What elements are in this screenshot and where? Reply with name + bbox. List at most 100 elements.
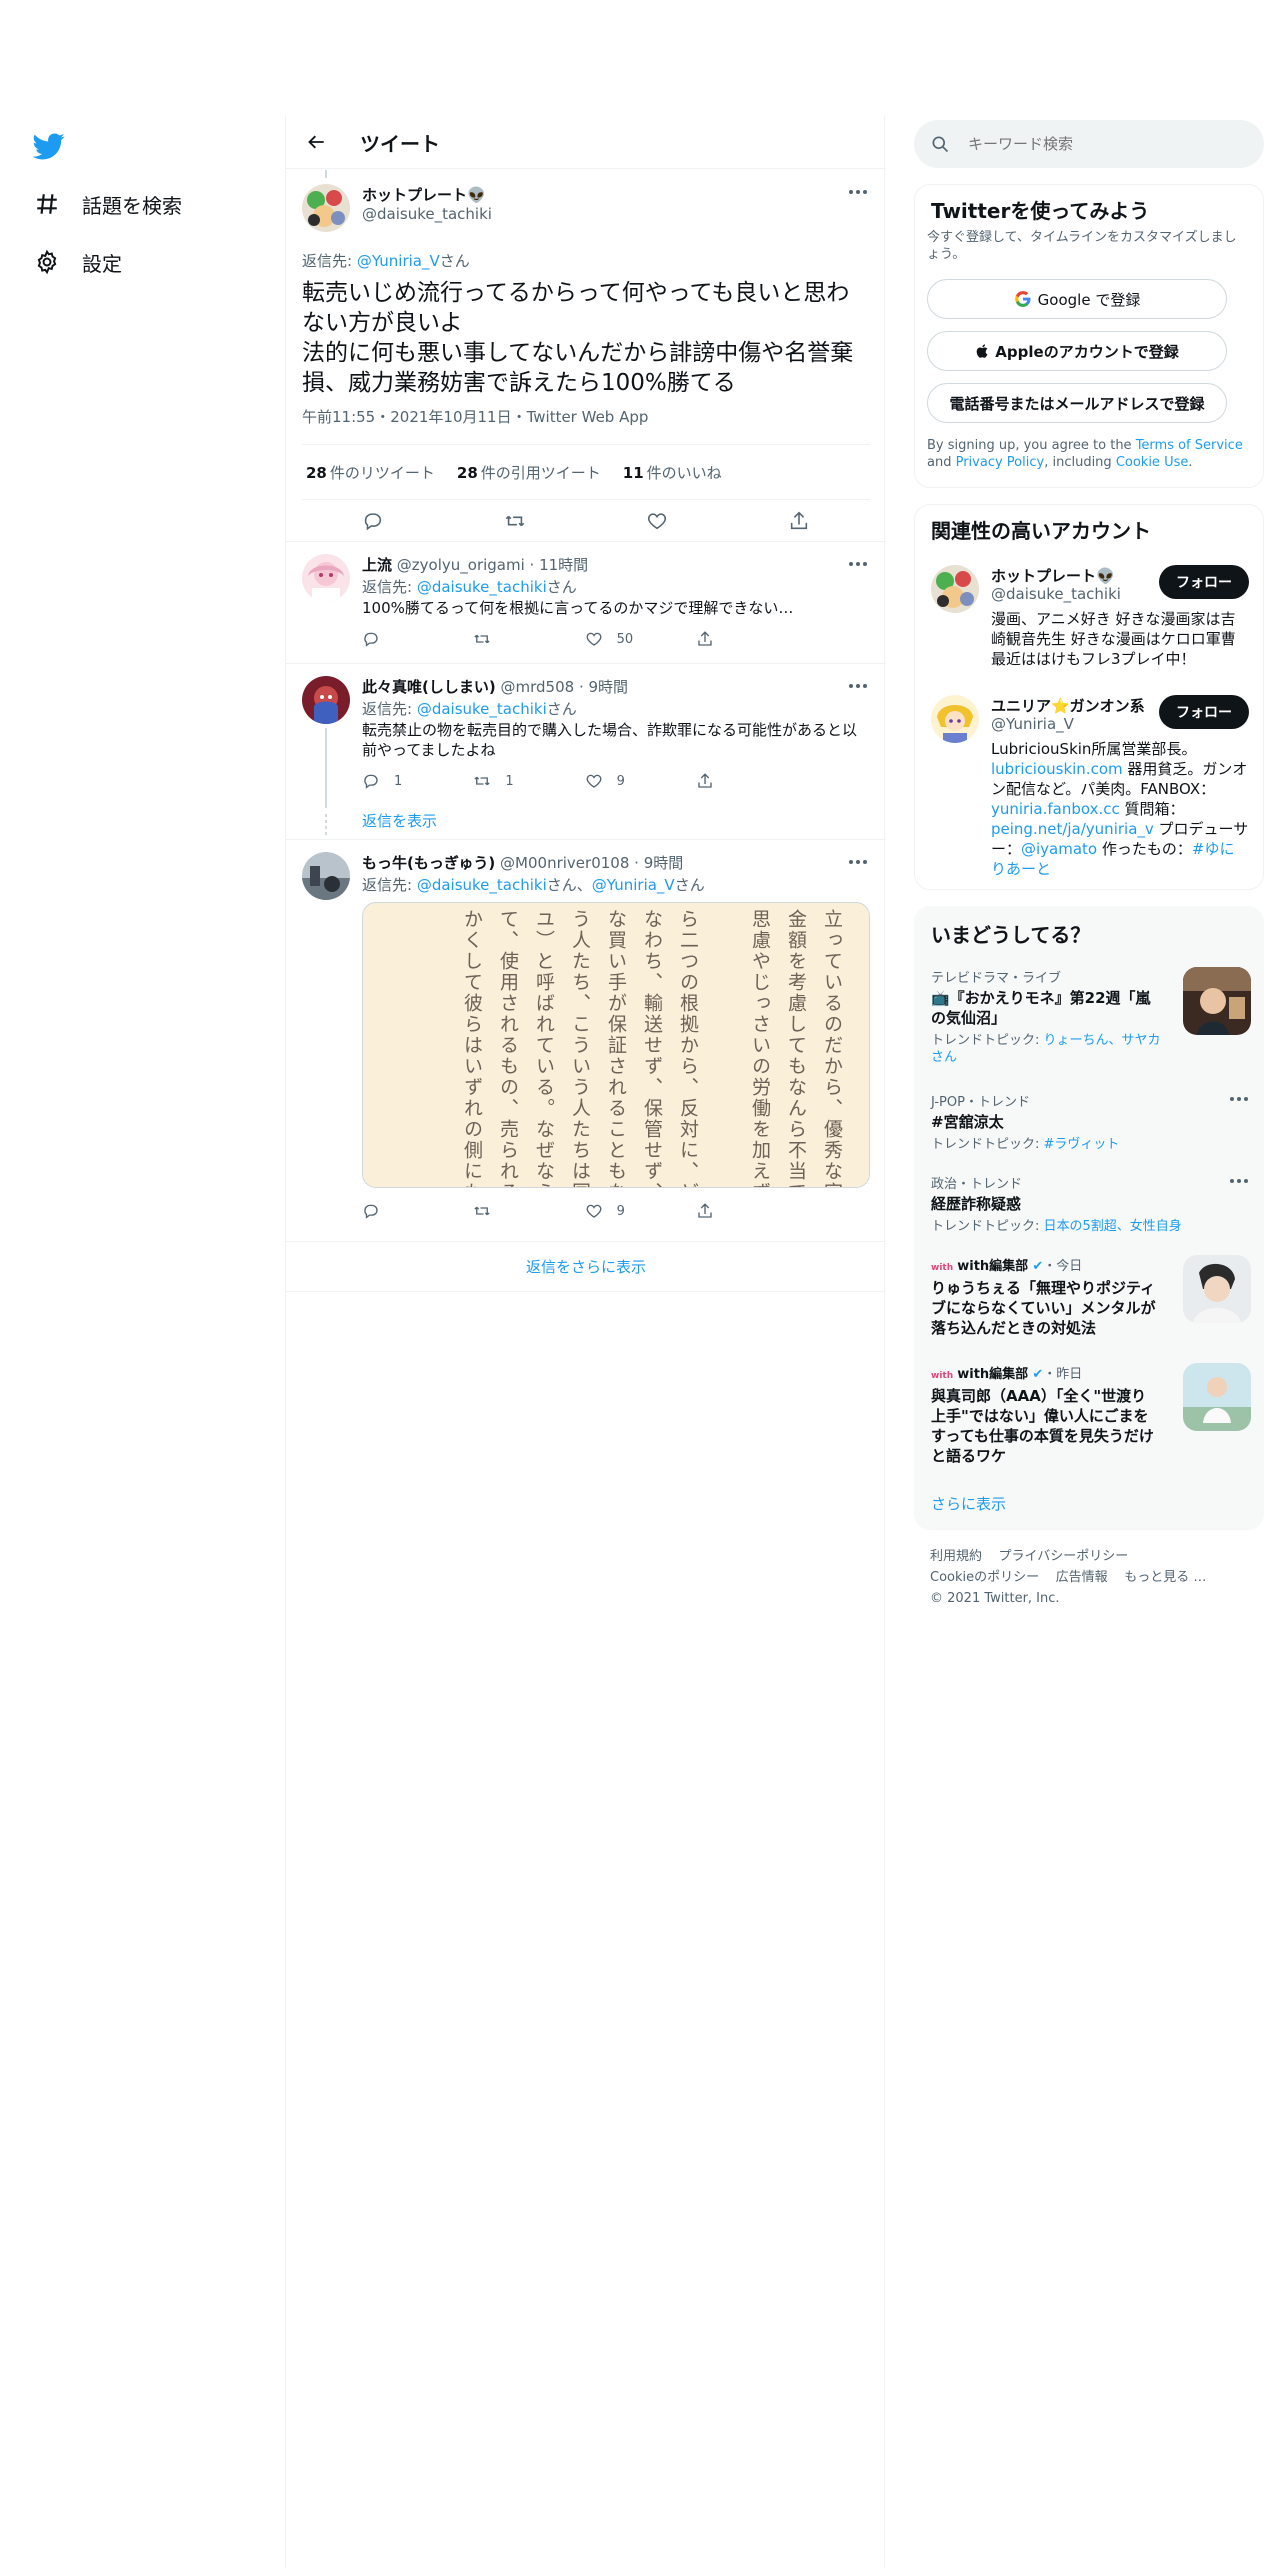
avatar[interactable]: [302, 676, 350, 724]
like-icon[interactable]: 9: [585, 772, 681, 790]
privacy-link[interactable]: Privacy Policy: [956, 455, 1045, 470]
quotes-stat[interactable]: 28 件の引用ツイート: [457, 462, 601, 483]
bio-link[interactable]: peing.net/ja/yuniria_v: [991, 820, 1154, 838]
reply-time[interactable]: 9時間: [588, 678, 628, 696]
trend-sub-prefix: トレンドトピック:: [931, 1137, 1044, 1152]
back-arrow-icon[interactable]: [302, 127, 332, 157]
trend-item[interactable]: 政治・トレンド 経歴詐称疑惑 トレンドトピック: 日本の5割超、女性自身: [931, 1173, 1251, 1243]
terms-link[interactable]: Terms of Service: [1136, 438, 1243, 453]
share-icon[interactable]: [696, 1202, 792, 1220]
reply-to-link[interactable]: @daisuke_tachiki: [417, 578, 547, 596]
reply-icon[interactable]: [362, 630, 458, 648]
trend-sub-link[interactable]: 日本の5割超、女性自身: [1044, 1219, 1182, 1234]
avatar[interactable]: [931, 695, 979, 743]
footer-link-privacy[interactable]: プライバシーポリシー: [999, 1549, 1129, 1564]
reply-to-link-2[interactable]: @Yuniria_V: [592, 876, 675, 894]
like-icon[interactable]: 9: [585, 1202, 681, 1220]
cookie-link[interactable]: Cookie Use: [1116, 455, 1189, 470]
more-options-icon[interactable]: [846, 556, 870, 572]
author-handle[interactable]: @daisuke_tachiki: [362, 205, 492, 223]
reply-to-link[interactable]: @daisuke_tachiki: [417, 700, 547, 718]
share-icon[interactable]: [696, 772, 792, 790]
like-icon[interactable]: [646, 510, 668, 532]
retweet-icon[interactable]: [473, 1202, 569, 1220]
search-input[interactable]: [968, 135, 1228, 153]
reply-to-link[interactable]: @daisuke_tachiki: [417, 876, 547, 894]
share-icon[interactable]: [696, 630, 792, 648]
trend-item[interactable]: J-POP・トレンド #宮舘涼太 トレンドトピック: #ラヴィット: [931, 1091, 1251, 1161]
retweets-stat[interactable]: 28 件のリツイート: [306, 462, 435, 483]
retweet-icon[interactable]: [473, 630, 569, 648]
footer-link-cookie[interactable]: Cookieのポリシー: [930, 1570, 1039, 1585]
trend-sub-link[interactable]: #ラヴィット: [1044, 1137, 1120, 1152]
account-name[interactable]: ホットプレート👽: [991, 565, 1115, 586]
like-icon[interactable]: 50: [585, 630, 681, 648]
reply-count: 1: [394, 773, 403, 789]
reply-context: 返信先: @daisuke_tachikiさん、@Yuniria_Vさん: [362, 874, 705, 895]
phone-email-signup-button[interactable]: 電話番号またはメールアドレスで登録: [927, 383, 1227, 423]
trend-news-item[interactable]: with with編集部 ✔・昨日 與真司郎（AAA）「全く"世渡り上手"ではな…: [931, 1363, 1251, 1483]
reply-prefix: 返信先:: [302, 252, 357, 270]
tweet-timestamp[interactable]: 午前11:55・2021年10月11日・Twitter Web App: [302, 406, 648, 427]
show-replies-link[interactable]: 返信を表示: [362, 810, 437, 831]
retweet-icon[interactable]: [504, 510, 526, 532]
show-more-replies-link[interactable]: 返信をさらに表示: [286, 1242, 886, 1292]
account-handle[interactable]: @daisuke_tachiki: [991, 585, 1121, 603]
author-name[interactable]: ホットプレート👽: [362, 184, 486, 205]
show-more-trends-link[interactable]: さらに表示: [931, 1493, 1006, 1514]
follow-button[interactable]: フォロー: [1159, 695, 1249, 729]
reply-to-link[interactable]: @Yuniria_V: [357, 252, 440, 270]
book-page-column: [709, 909, 737, 1187]
account-item[interactable]: ホットプレート👽 @daisuke_tachiki フォロー 漫画、アニメ好き …: [915, 559, 1265, 679]
likes-stat[interactable]: 11 件のいいね: [623, 462, 722, 483]
trend-item[interactable]: テレビドラマ・ライブ 📺『おかえりモネ』第22週「嵐の気仙沼」 トレンドトピック…: [931, 967, 1251, 1085]
reply-author-name[interactable]: 上流: [362, 556, 392, 574]
retweet-icon[interactable]: 1: [473, 772, 569, 790]
follow-button[interactable]: フォロー: [1159, 565, 1249, 599]
avatar[interactable]: [302, 852, 350, 900]
reply-author-handle[interactable]: @zyolyu_origami: [397, 556, 525, 574]
footer-link-ads[interactable]: 広告情報: [1056, 1570, 1108, 1585]
reply-author-handle[interactable]: @mrd508: [501, 678, 575, 696]
footer-link-terms[interactable]: 利用規約: [930, 1549, 982, 1564]
reply-author-name[interactable]: もっ牛(もっぎゅう): [362, 854, 495, 872]
reply-time[interactable]: 11時間: [539, 556, 588, 574]
bio-link[interactable]: lubriciouskin.com: [991, 760, 1123, 778]
bio-link[interactable]: yuniria.fanbox.cc: [991, 800, 1120, 818]
reply-icon[interactable]: [362, 510, 384, 532]
main-tweet: ホットプレート👽 @daisuke_tachiki 返信先: @Yuniria_…: [286, 170, 886, 542]
apple-signup-button[interactable]: Appleのアカウントで登録: [927, 331, 1227, 371]
more-options-icon[interactable]: [1227, 1091, 1251, 1107]
account-item[interactable]: ユニリア⭐ガンオン系 @Yuniria_V フォロー LubriciouSkin…: [915, 689, 1265, 885]
search-bar[interactable]: [914, 120, 1264, 168]
more-options-icon[interactable]: [846, 678, 870, 694]
bio-link[interactable]: @iyamato: [1021, 840, 1097, 858]
share-icon[interactable]: [788, 510, 810, 532]
reply-icon[interactable]: 1: [362, 772, 458, 790]
reply-tweet[interactable]: もっ牛(もっぎゅう) @M00nriver0108 · 9時間 返信先: @da…: [286, 840, 886, 1242]
twitter-logo-icon[interactable]: [32, 130, 65, 162]
reply-prefix: 返信先:: [362, 578, 417, 596]
avatar[interactable]: [931, 565, 979, 613]
reply-tweet[interactable]: 此々真唯(ししまい) @mrd508 · 9時間 返信先: @daisuke_t…: [286, 664, 886, 840]
trend-news-item[interactable]: with with編集部 ✔・今日 りゅうちぇる「無理やりポジティブにならなくて…: [931, 1255, 1251, 1355]
avatar[interactable]: [302, 554, 350, 602]
reply-author-name[interactable]: 此々真唯(ししまい): [362, 678, 496, 696]
google-signup-button[interactable]: Google で登録: [927, 279, 1227, 319]
footer-link-more[interactable]: もっと見る …: [1124, 1570, 1206, 1585]
reply-tweet[interactable]: 上流 @zyolyu_origami · 11時間 返信先: @daisuke_…: [286, 542, 886, 664]
nav-settings[interactable]: 設定: [32, 242, 122, 282]
account-name[interactable]: ユニリア⭐ガンオン系: [991, 695, 1145, 716]
account-handle[interactable]: @Yuniria_V: [991, 715, 1074, 733]
tweet-text: 転売いじめ流行ってるからって何やっても良いと思わない方が良いよ 法的に何も悪い事…: [302, 280, 854, 396]
reply-time[interactable]: 9時間: [644, 854, 684, 872]
reply-author-handle[interactable]: @M00nriver0108: [500, 854, 629, 872]
more-options-icon[interactable]: [846, 854, 870, 870]
related-accounts-card: 関連性の高いアカウント ホットプレート👽 @daisuke_tachiki フォ…: [914, 504, 1264, 890]
nav-explore[interactable]: 話題を検索: [32, 184, 182, 224]
more-options-icon[interactable]: [846, 184, 870, 200]
attached-image-book-page[interactable]: 立っているのだから、優秀な官吏に 金額を考慮してもなんら不当ではな 思慮やじっさいの…: [362, 902, 870, 1188]
more-options-icon[interactable]: [1227, 1173, 1251, 1189]
reply-icon[interactable]: [362, 1202, 458, 1220]
avatar[interactable]: [302, 184, 350, 232]
